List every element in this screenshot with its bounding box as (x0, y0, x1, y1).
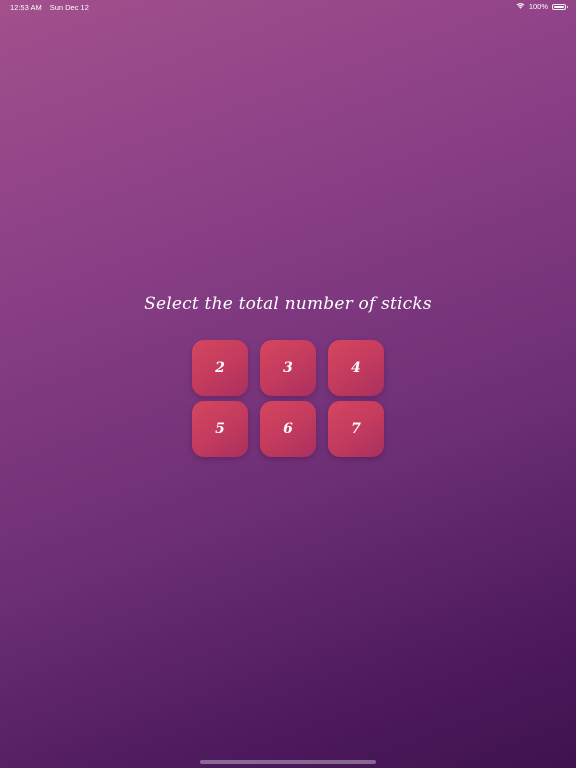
home-indicator[interactable] (200, 760, 376, 764)
stick-count-button-4[interactable]: 4 (328, 340, 384, 396)
battery-fill (554, 5, 564, 8)
page-title: Select the total number of sticks (144, 294, 432, 314)
status-bar: 12:53 AM Sun Dec 12 100% (0, 0, 576, 14)
stick-count-button-6[interactable]: 6 (260, 401, 316, 457)
stick-count-button-7[interactable]: 7 (328, 401, 384, 457)
status-right: 100% (516, 2, 568, 11)
stick-count-button-5[interactable]: 5 (192, 401, 248, 457)
battery-percent: 100% (528, 2, 548, 11)
stick-count-grid: 2 3 4 5 6 7 (192, 340, 384, 457)
stick-count-button-3[interactable]: 3 (260, 340, 316, 396)
status-date: Sun Dec 12 (49, 3, 89, 12)
status-left: 12:53 AM Sun Dec 12 (10, 3, 89, 12)
wifi-icon (516, 2, 525, 11)
stick-count-button-2[interactable]: 2 (192, 340, 248, 396)
battery-icon (552, 3, 568, 10)
status-time: 12:53 AM (10, 3, 42, 12)
